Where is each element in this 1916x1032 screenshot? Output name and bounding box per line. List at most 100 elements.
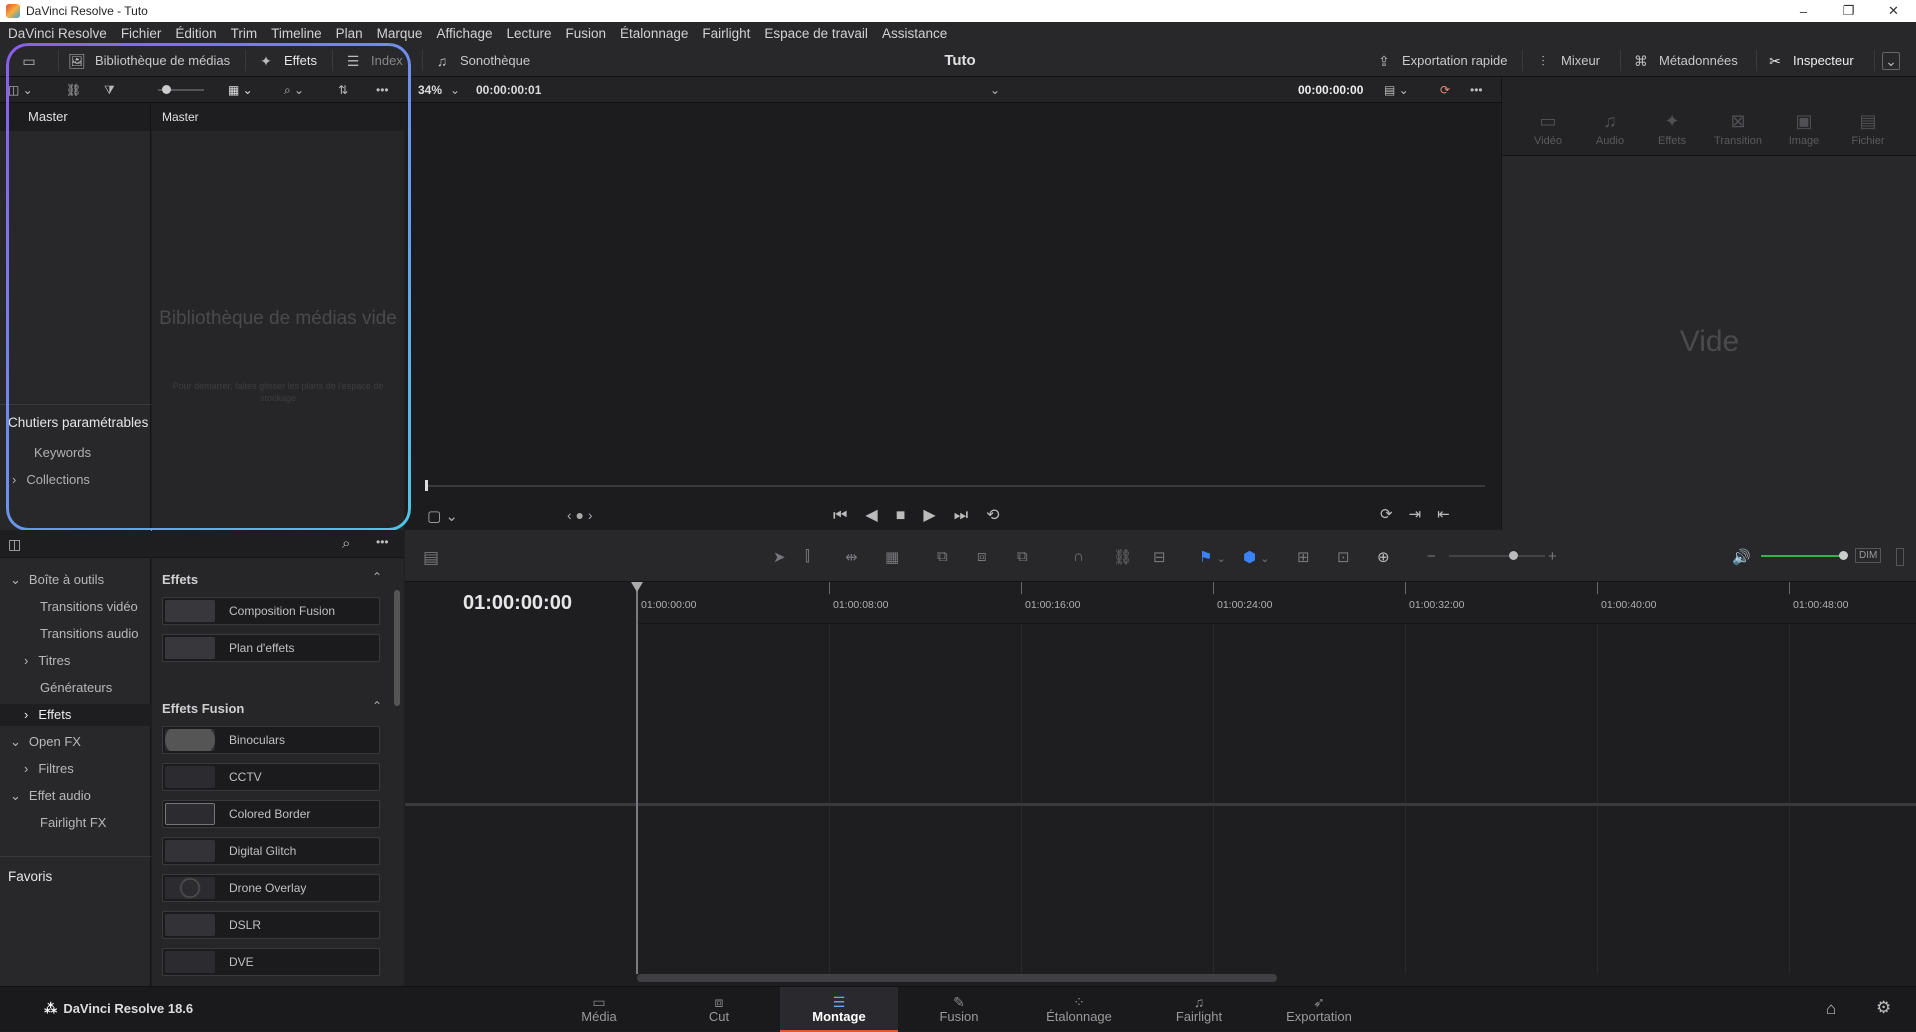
inspector-button[interactable]: ✂ Inspecteur (1766, 44, 1854, 77)
effect-dve[interactable]: DVE (162, 948, 380, 976)
tree-fairlight-fx[interactable]: Fairlight FX (0, 812, 151, 834)
match-frame-icon[interactable]: ⟳ (1380, 506, 1409, 523)
effects-options-button[interactable]: ••• (376, 535, 389, 549)
zoom-detail-button[interactable]: ⊡ (1337, 548, 1350, 566)
timeline-scrollbar[interactable] (637, 974, 1277, 982)
tree-audio-transitions[interactable]: Transitions audio (0, 623, 151, 645)
timeline-view-button[interactable]: ▤ (423, 548, 439, 568)
dim-button[interactable]: DIM (1855, 548, 1882, 563)
inspector-tab-file[interactable]: ▤ Fichier (1836, 111, 1900, 147)
page-tab-edit[interactable]: ☰ Montage (780, 987, 898, 1032)
mixer-button[interactable]: ⫶ Mixeur (1534, 44, 1600, 77)
smart-filter-button[interactable]: ⧩ (104, 77, 115, 103)
snapping-button[interactable]: ∩ (1073, 548, 1084, 565)
play-icon[interactable]: ▶ (923, 507, 953, 524)
menu-etalonnage[interactable]: Étalonnage (620, 26, 688, 41)
insert-clip-button[interactable]: ⧉ (937, 548, 948, 565)
zoom-custom-button[interactable]: ⊕ (1377, 548, 1390, 566)
viewer-right-controls[interactable]: ⟳⇥⇤ (1380, 505, 1466, 523)
page-tab-cut[interactable]: ⧈ Cut (660, 987, 778, 1032)
menu-marque[interactable]: Marque (377, 26, 423, 41)
next-clip-icon[interactable]: ⇥ (1409, 506, 1438, 523)
home-button[interactable]: ⌂ (1826, 999, 1836, 1019)
menu-trim[interactable]: Trim (231, 26, 258, 41)
viewer-scrubber[interactable] (425, 485, 1485, 487)
effect-digital-glitch[interactable]: Digital Glitch (162, 837, 380, 865)
view-mode-button[interactable]: ▦ ⌄ (228, 77, 253, 103)
blade-tool[interactable]: ▦ (885, 548, 899, 566)
zoom-full-button[interactable]: ⊞ (1297, 548, 1310, 566)
clip-format-button[interactable]: ▤ ⌄ (1384, 77, 1409, 103)
effect-drone-overlay[interactable]: Drone Overlay (162, 874, 380, 902)
metadata-button[interactable]: ⌘ Métadonnées (1632, 44, 1738, 77)
menu-davinci[interactable]: DaVinci Resolve (8, 26, 107, 41)
viewer-zoom-dropdown[interactable]: 34% ⌄ (418, 77, 460, 103)
menu-fairlight[interactable]: Fairlight (702, 26, 750, 41)
position-lock-button[interactable]: ⊟ (1153, 548, 1166, 566)
close-button[interactable]: ✕ (1871, 0, 1916, 22)
effects-scrollbar[interactable] (394, 590, 400, 706)
sound-library-button[interactable]: ♫ Sonothèque (433, 44, 530, 77)
tree-generators[interactable]: Générateurs (0, 677, 151, 699)
sort-button[interactable]: ⇅ (338, 77, 348, 103)
selection-tool[interactable]: ➤ (773, 548, 786, 566)
smart-bin-keywords[interactable]: Keywords (34, 445, 91, 460)
layout-toggle-button[interactable]: ▭ (20, 44, 47, 77)
timeline-dropdown[interactable]: ⌄ (990, 77, 1000, 103)
tree-audio-fx[interactable]: ⌄ Effet audio (0, 785, 151, 807)
dynamic-trim-tool[interactable]: ⇹ (845, 548, 858, 566)
effect-composition-fusion[interactable]: Composition Fusion (162, 597, 380, 625)
page-tab-fairlight[interactable]: ♫ Fairlight (1140, 987, 1258, 1032)
flag-button[interactable]: ⚑ ⌄ (1199, 548, 1226, 566)
loop-icon[interactable]: ⟲ (986, 507, 1017, 524)
timeline-playhead[interactable] (636, 582, 638, 974)
tree-openfx[interactable]: ⌄ Open FX (0, 731, 151, 753)
effect-cctv[interactable]: CCTV (162, 763, 380, 791)
audio-meter-toggle[interactable] (1896, 548, 1904, 566)
inspector-tab-image[interactable]: ▣ Image (1772, 111, 1836, 147)
playhead-marker[interactable] (425, 480, 428, 491)
page-tab-media[interactable]: ▭ Média (540, 987, 658, 1032)
effect-adjustment-clip[interactable]: Plan d'effets (162, 634, 380, 662)
linked-selection-button[interactable]: ⛓ (1113, 548, 1132, 566)
playhead-handle[interactable] (631, 582, 643, 592)
minimize-button[interactable]: – (1781, 0, 1826, 22)
prev-clip-icon[interactable]: ⇤ (1437, 506, 1466, 523)
stop-icon[interactable]: ■ (896, 507, 924, 524)
search-button[interactable]: ⌕ ⌄ (284, 77, 304, 103)
menu-edition[interactable]: Édition (175, 26, 216, 41)
menu-affichage[interactable]: Affichage (436, 26, 492, 41)
tree-filters[interactable]: › Filtres (0, 758, 151, 780)
menu-espace-travail[interactable]: Espace de travail (764, 26, 868, 41)
page-tab-fusion[interactable]: ✎ Fusion (900, 987, 1018, 1032)
bins-toggle-button[interactable]: ◫ ⌄ (8, 77, 33, 103)
volume-button[interactable]: 🔊 (1732, 548, 1751, 566)
effects-button[interactable]: ✦ Effets (257, 44, 317, 77)
tree-effects[interactable]: › Effets (0, 704, 151, 726)
zoom-in-button[interactable]: + (1548, 548, 1557, 565)
timeline-ruler[interactable]: 01:00:00:00 01:00:08:00 01:00:16:00 01:0… (637, 582, 1916, 624)
effects-panel-toggle[interactable]: ◫ (8, 536, 21, 553)
tree-video-transitions[interactable]: Transitions vidéo (0, 596, 151, 618)
color-sync-button[interactable]: ⟳ (1440, 77, 1450, 103)
video-audio-divider[interactable] (405, 803, 1916, 806)
multicam-nav[interactable]: ‹ ● › (567, 507, 593, 523)
volume-slider[interactable] (1761, 551, 1848, 560)
section-effects-collapse[interactable]: ⌃ (372, 570, 382, 584)
master-bin[interactable]: Master (0, 103, 150, 131)
menu-lecture[interactable]: Lecture (506, 26, 551, 41)
menu-timeline[interactable]: Timeline (271, 26, 322, 41)
menu-fusion[interactable]: Fusion (566, 26, 607, 41)
transport-controls[interactable]: ⏮◀■▶⏭⟲ (833, 505, 1018, 525)
inspector-tab-video[interactable]: ▭ Vidéo (1516, 111, 1580, 147)
effects-search-button[interactable]: ⌕ (342, 535, 350, 552)
viewer-overlay-button[interactable]: ▢ ⌄ (427, 507, 458, 525)
skip-start-icon[interactable]: ⏮ (833, 507, 865, 524)
menu-assistance[interactable]: Assistance (882, 26, 947, 41)
media-pool-button[interactable]: 🖼 Bibliothèque de médias (68, 44, 230, 77)
play-reverse-icon[interactable]: ◀ (865, 507, 895, 524)
page-tab-deliver[interactable]: ➶ Exportation (1260, 987, 1378, 1032)
inspector-tab-transition[interactable]: ⊠ Transition (1706, 111, 1770, 147)
smart-bin-collections[interactable]: › Collections (12, 472, 90, 487)
link-bins-button[interactable]: ⛓ (66, 77, 81, 103)
